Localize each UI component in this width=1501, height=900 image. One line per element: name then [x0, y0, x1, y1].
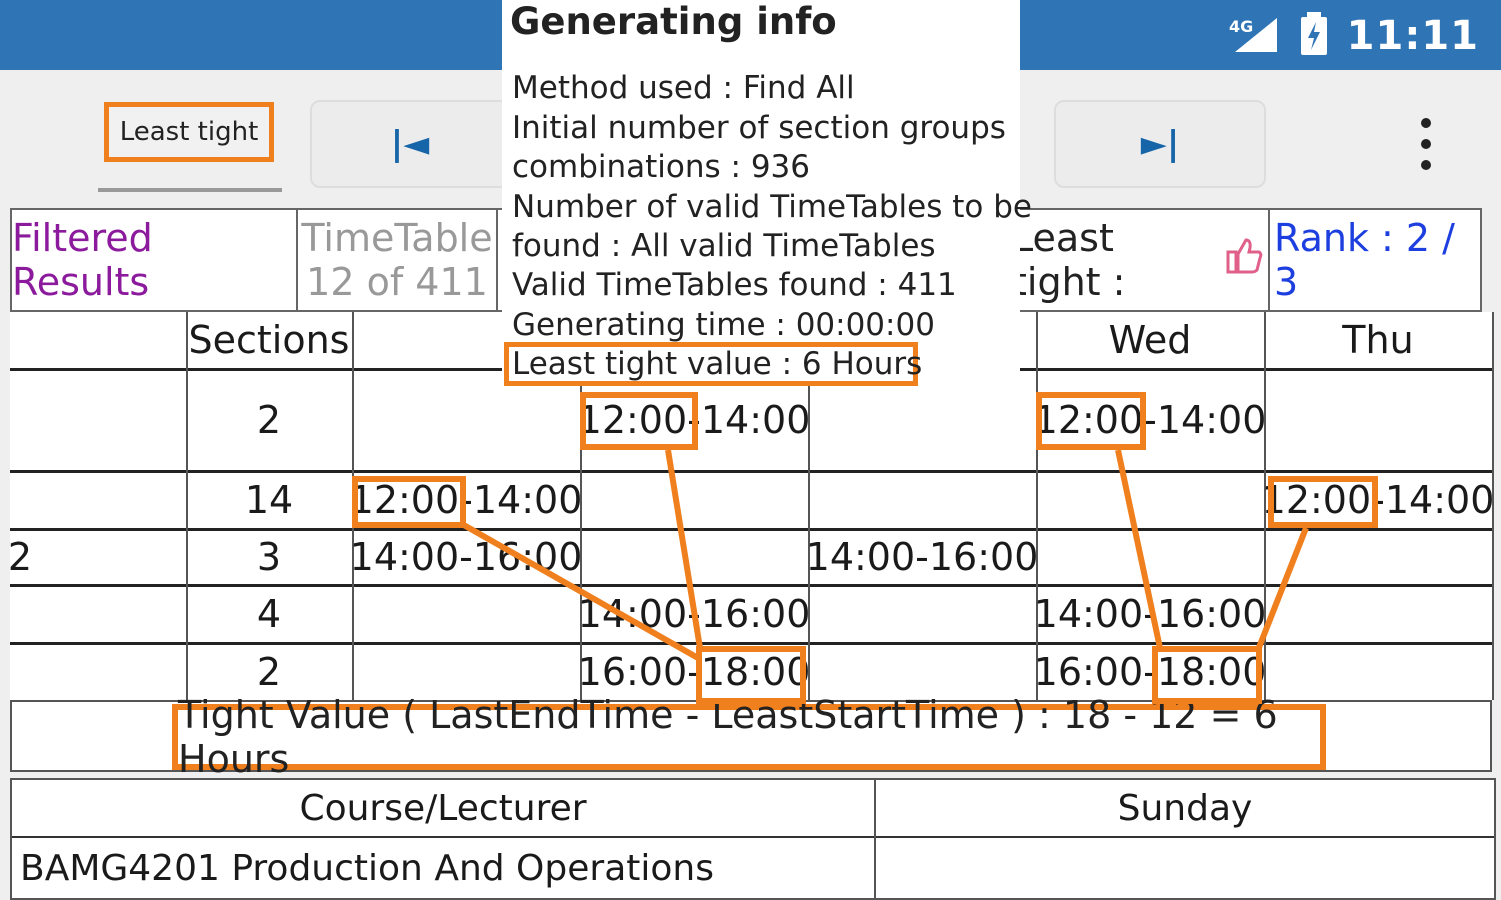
annotation-connectors	[460, 449, 1309, 661]
